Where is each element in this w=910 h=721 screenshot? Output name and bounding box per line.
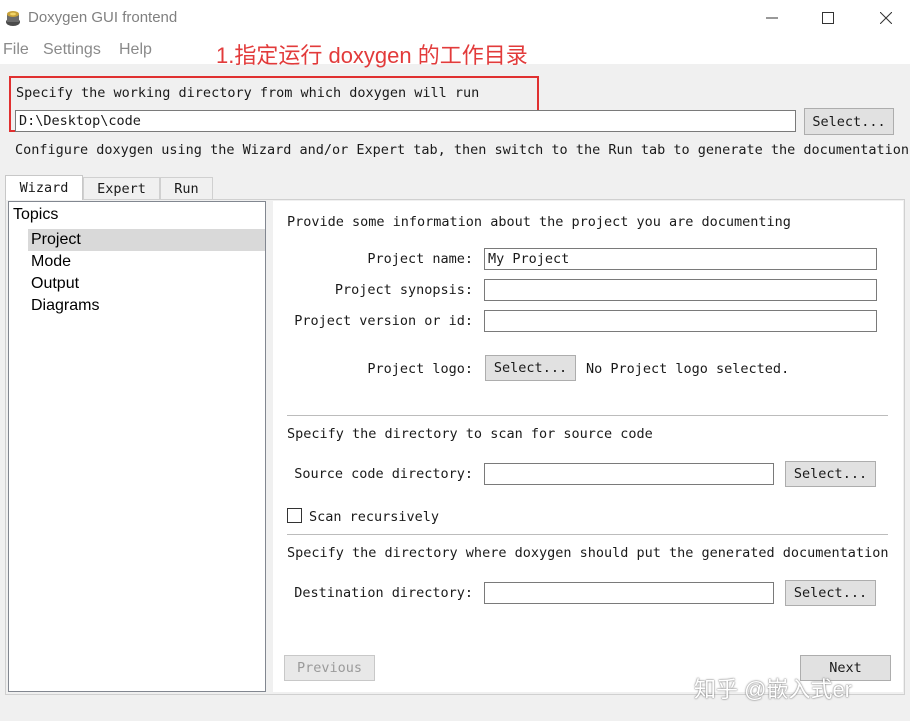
project-intro: Provide some information about the proje… — [287, 214, 791, 230]
tab-expert[interactable]: Expert — [83, 177, 160, 199]
divider — [287, 415, 888, 416]
project-settings-panel — [273, 201, 903, 692]
watermark: 知乎 @嵌入式er — [694, 677, 853, 702]
menu-file[interactable]: File — [3, 41, 29, 59]
menu-settings[interactable]: Settings — [43, 41, 101, 59]
project-synopsis-input[interactable] — [484, 279, 877, 301]
project-version-input[interactable] — [484, 310, 877, 332]
menu-help[interactable]: Help — [119, 41, 152, 59]
minimize-button[interactable] — [752, 4, 792, 32]
project-logo-label: Project logo: — [367, 361, 473, 377]
project-logo-status: No Project logo selected. — [586, 361, 790, 377]
scan-recursively-label: Scan recursively — [309, 509, 440, 525]
configure-instructions: Configure doxygen using the Wizard and/o… — [15, 142, 910, 158]
source-directory-select-button[interactable]: Select... — [785, 461, 876, 487]
annotation-label: 1.指定运行 doxygen 的工作目录 — [216, 43, 528, 68]
divider — [287, 534, 888, 535]
destination-directory-input[interactable] — [484, 582, 774, 604]
working-directory-input[interactable]: D:\Desktop\code — [15, 110, 796, 132]
tab-run[interactable]: Run — [160, 177, 213, 199]
working-directory-label: Specify the working directory from which… — [16, 85, 480, 101]
close-icon — [880, 12, 892, 24]
destination-intro: Specify the directory where doxygen shou… — [287, 545, 889, 561]
doxygen-app-icon — [4, 9, 22, 27]
project-name-input[interactable]: My Project — [484, 248, 877, 270]
previous-button[interactable]: Previous — [284, 655, 375, 681]
topic-item-mode[interactable]: Mode — [28, 251, 265, 273]
topic-item-project[interactable]: Project — [28, 229, 265, 251]
source-intro: Specify the directory to scan for source… — [287, 426, 653, 442]
scan-recursively-checkbox[interactable] — [287, 508, 302, 523]
maximize-icon — [822, 12, 834, 24]
tab-wizard[interactable]: Wizard — [5, 175, 83, 200]
destination-directory-label: Destination directory: — [294, 585, 473, 601]
project-version-label: Project version or id: — [294, 313, 473, 329]
topic-item-diagrams[interactable]: Diagrams — [28, 295, 265, 317]
project-name-label: Project name: — [367, 251, 473, 267]
destination-directory-select-button[interactable]: Select... — [785, 580, 876, 606]
topics-header: Topics — [13, 206, 59, 223]
topic-item-output[interactable]: Output — [28, 273, 265, 295]
working-directory-select-button[interactable]: Select... — [804, 108, 894, 135]
source-directory-label: Source code directory: — [294, 466, 473, 482]
minimize-icon — [766, 17, 778, 19]
maximize-button[interactable] — [808, 4, 848, 32]
project-logo-select-button[interactable]: Select... — [485, 355, 576, 381]
project-synopsis-label: Project synopsis: — [334, 282, 473, 298]
window-title: Doxygen GUI frontend — [28, 9, 178, 26]
source-directory-input[interactable] — [484, 463, 774, 485]
close-button[interactable] — [866, 4, 906, 32]
